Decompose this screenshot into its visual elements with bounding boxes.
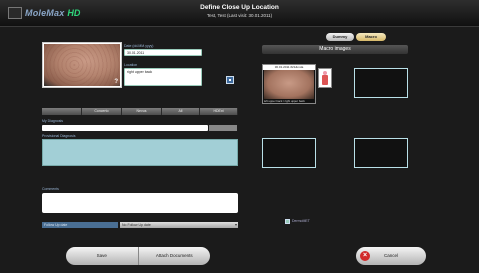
date-field[interactable]: 30.01.2011 <box>124 49 202 56</box>
dummy-toggle[interactable]: Dummy <box>326 33 354 41</box>
provisional-diagnosis-field[interactable] <box>42 139 238 166</box>
macro-toggle[interactable]: Macro <box>356 33 386 41</box>
macro-slot-4[interactable] <box>354 138 408 168</box>
macro-slot-3[interactable] <box>262 138 316 168</box>
page-subtitle: Test, Test (Last visit: 30.01.2011) <box>206 13 273 18</box>
body-torso <box>322 75 328 85</box>
diagnosis-label: My Diagnosis <box>42 119 64 123</box>
action-button-group: Save Attach Documents <box>66 247 210 265</box>
location-label: Location <box>124 63 138 67</box>
diagnosis-field[interactable] <box>42 125 208 131</box>
tab-hdext[interactable]: HDExt <box>200 108 238 115</box>
title-bar: MoleMax HD Define Close Up Location Test… <box>0 0 479 27</box>
cancel-label: Cancel <box>383 253 398 258</box>
comments-label: Comments <box>42 187 59 191</box>
help-icon[interactable]: ? <box>114 79 118 85</box>
provisional-label: Provisional Diagnosis <box>42 134 76 138</box>
thumbnail-image <box>264 70 314 99</box>
macro-images-header: Macro images <box>262 45 408 54</box>
macro-thumbnail[interactable]: 30.01.2011 #21&mda left upper back / rig… <box>262 64 316 104</box>
body-map-icon[interactable] <box>318 68 332 88</box>
location-picker-button[interactable] <box>226 76 234 84</box>
comments-field[interactable] <box>42 193 238 213</box>
cancel-button[interactable]: × Cancel <box>356 247 426 265</box>
chevron-down-icon: ▾ <box>234 222 237 227</box>
tab-concerto[interactable]: Concerto <box>82 108 122 115</box>
macro-slot-2[interactable] <box>354 68 408 98</box>
diagnosis-extra[interactable] <box>209 125 237 131</box>
followup-label: Follow Up date <box>42 222 118 228</box>
overview-image <box>44 44 120 86</box>
followup-select[interactable]: No Follow Up date ▾ <box>120 222 238 228</box>
thumbnail-caption: left upper back / right upper back <box>264 99 305 103</box>
page-title: Define Close Up Location <box>200 4 279 11</box>
dermomet-label: DermoMET <box>292 219 310 223</box>
overview-photo[interactable]: ? <box>42 42 122 88</box>
attach-documents-button[interactable]: Attach Documents <box>139 247 211 265</box>
diagnosis-tabs: Concerto Nevus All HDExt <box>42 108 238 115</box>
dermomet-checkbox[interactable] <box>285 219 290 224</box>
followup-value: No Follow Up date <box>122 223 151 227</box>
tab-all[interactable]: All <box>162 108 200 115</box>
save-button[interactable]: Save <box>66 247 138 265</box>
tab-blank[interactable] <box>42 108 82 115</box>
tab-nevus[interactable]: Nevus <box>122 108 162 115</box>
app-window: MoleMax HD Define Close Up Location Test… <box>0 0 479 273</box>
date-label: Date (dd.MM.yyyy) <box>124 44 154 48</box>
location-field[interactable]: right upper back <box>124 68 202 86</box>
